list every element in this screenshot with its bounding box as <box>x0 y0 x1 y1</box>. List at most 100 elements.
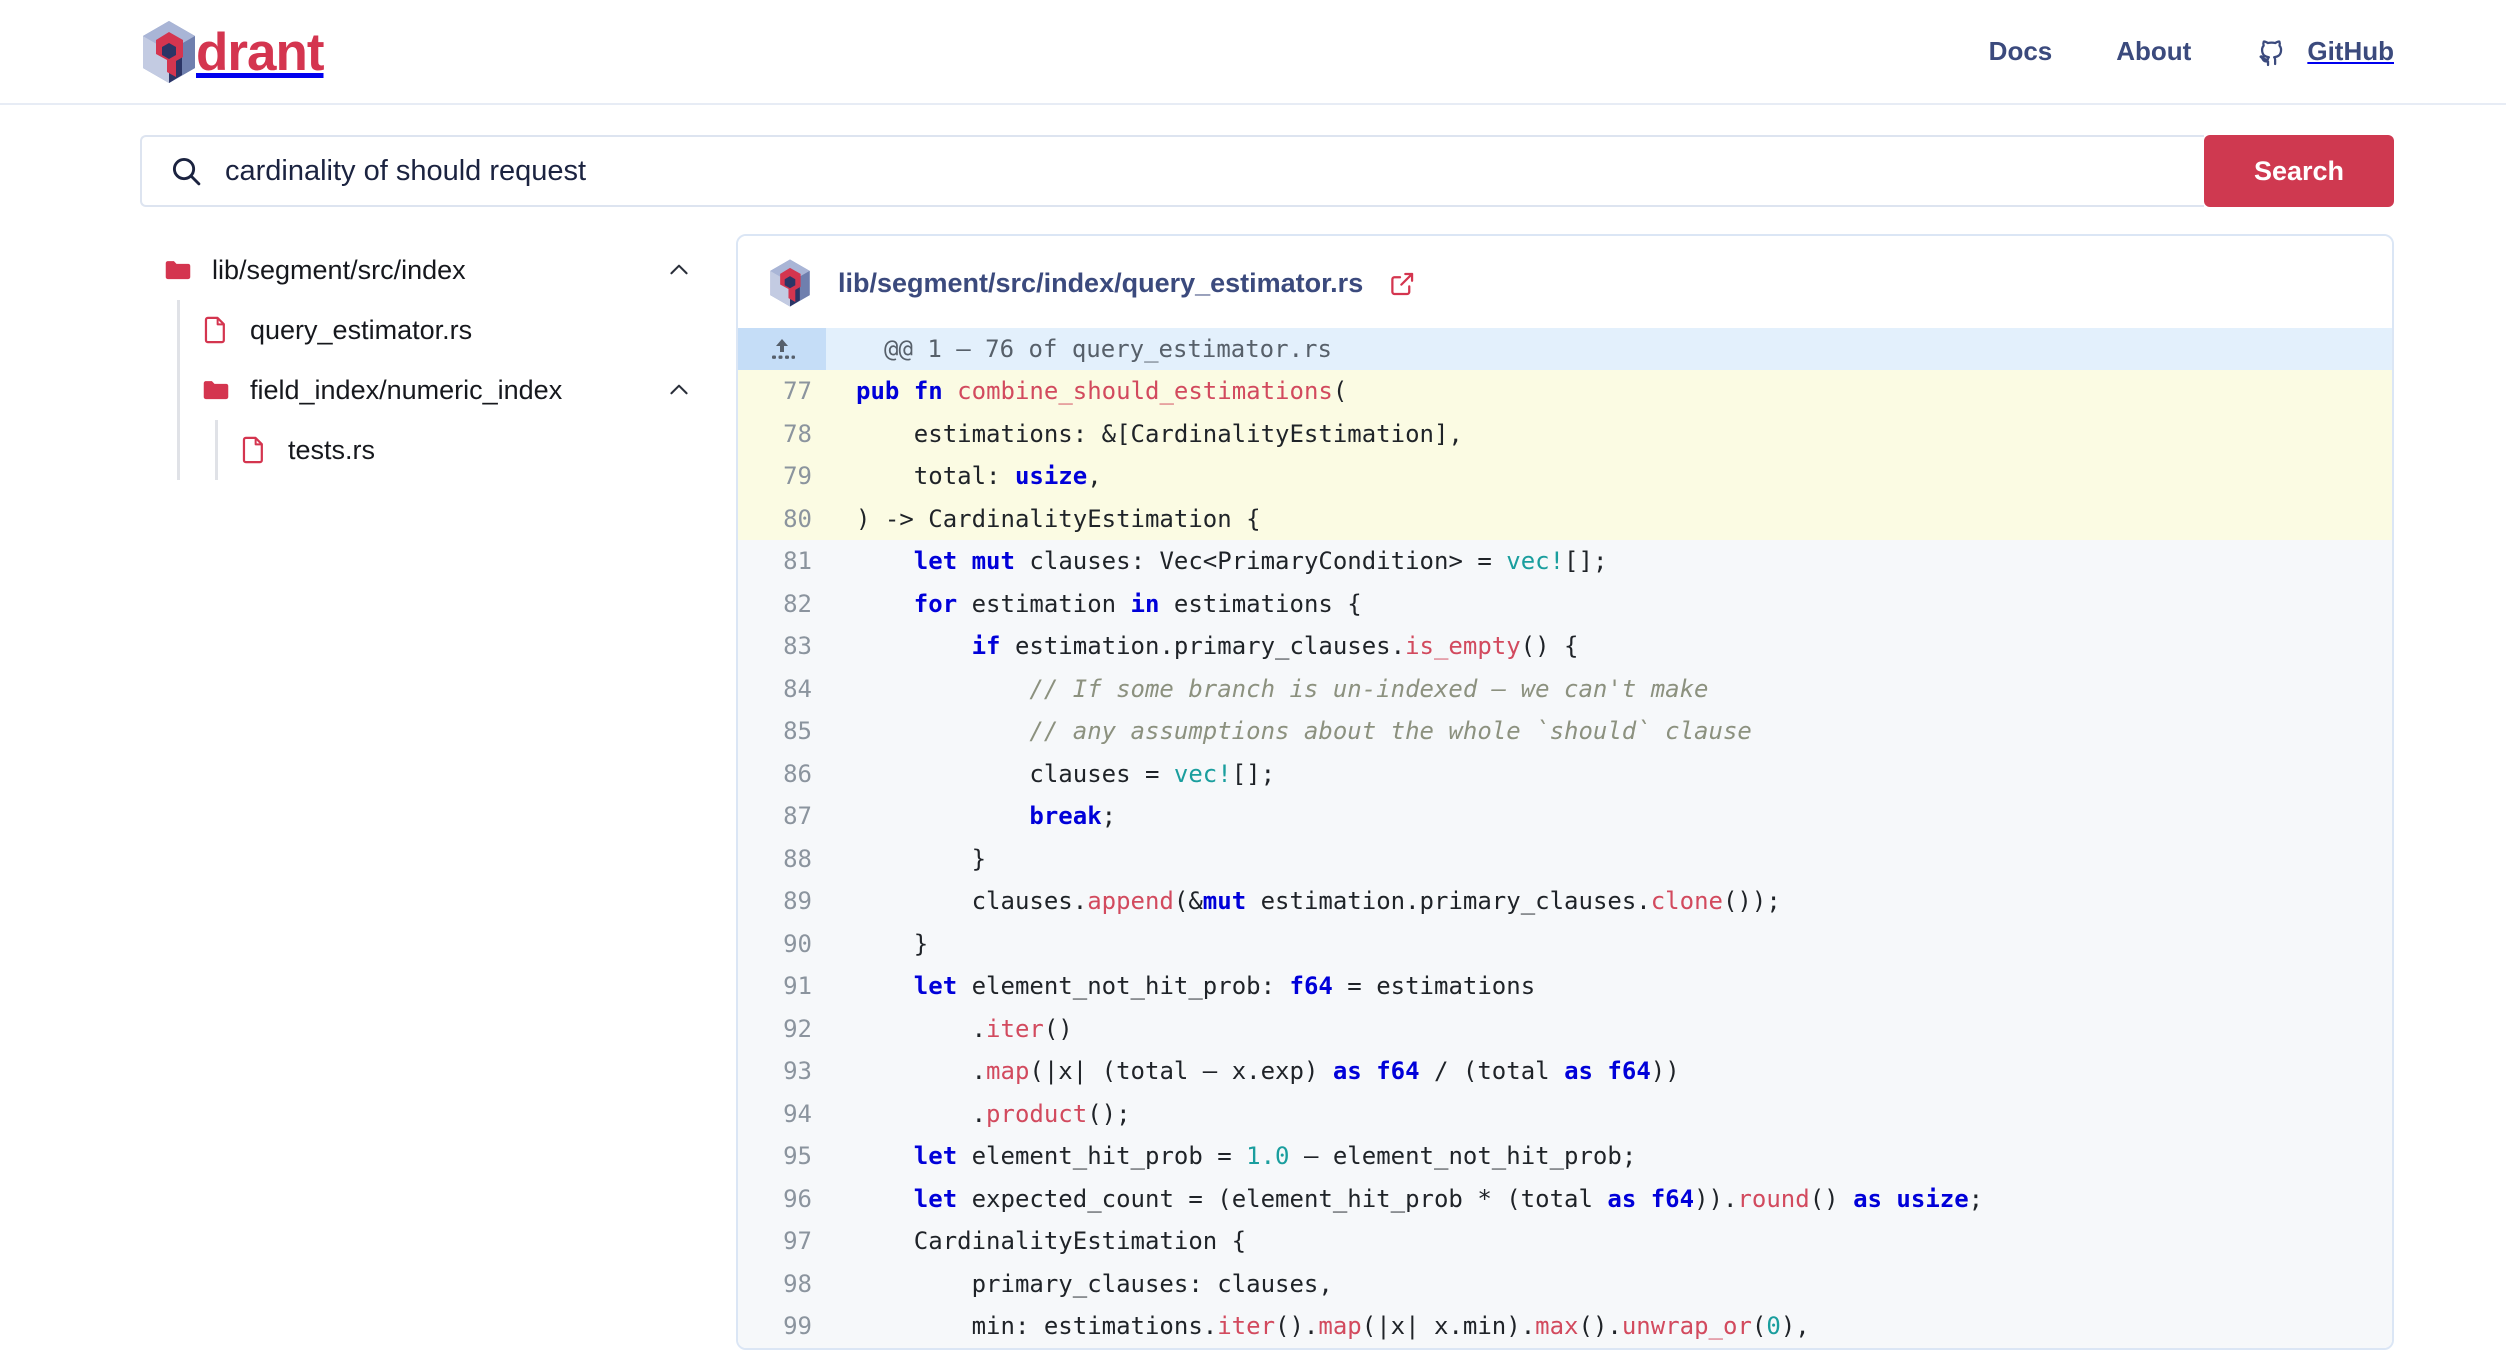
code-line: 78 estimations: &[CardinalityEstimation]… <box>738 412 2392 455</box>
search-button[interactable]: Search <box>2204 135 2394 207</box>
sidebar-item-label: query_estimator.rs <box>250 314 473 345</box>
code-text: let element_hit_prob = 1.0 – element_not… <box>913 1142 1637 1170</box>
line-number: 83 <box>783 632 812 660</box>
line-number: 94 <box>783 1099 812 1128</box>
github-icon <box>2259 39 2283 66</box>
line-number: 93 <box>783 1057 812 1085</box>
chevron-up-icon[interactable] <box>666 377 692 403</box>
qdrant-logo-icon <box>770 259 810 307</box>
code-line: 96 let expected_count = (element_hit_pro… <box>738 1178 2392 1221</box>
file-icon <box>204 316 225 344</box>
code-line: 89 clauses.append(&mut estimation.primar… <box>738 880 2392 923</box>
tree-node-field-index: field_index/numeric_index tests.rs <box>140 360 700 480</box>
line-number: 90 <box>783 929 812 958</box>
line-number: 98 <box>783 1269 812 1298</box>
code-line: 77 pub fn combine_should_estimations( <box>738 370 2392 413</box>
code-line: 84 // If some branch is un-indexed – we … <box>738 668 2392 711</box>
search-result-panel: lib/segment/src/index/query_estimator.rs… <box>736 234 2394 1350</box>
code-text: let expected_count = (element_hit_prob *… <box>913 1184 1984 1213</box>
external-link-icon[interactable] <box>1389 270 1416 297</box>
line-number: 80 <box>783 504 812 533</box>
line-number: 95 <box>783 1142 812 1170</box>
hunk-range-label: @@ 1 – 76 of query_estimator.rs <box>884 335 1332 363</box>
line-number: 87 <box>783 802 812 830</box>
line-number: 99 <box>783 1312 812 1340</box>
line-number: 96 <box>783 1184 812 1213</box>
code-text: clauses = vec![]; <box>856 759 1276 788</box>
code-line: 91 let element_not_hit_prob: f64 = estim… <box>738 965 2392 1008</box>
sidebar-item-query-estimator-rs[interactable]: query_estimator.rs <box>140 300 700 360</box>
search-input[interactable] <box>225 154 2176 188</box>
folder-icon <box>165 261 191 280</box>
search-icon <box>172 157 201 185</box>
result-header: lib/segment/src/index/query_estimator.rs <box>738 236 2392 328</box>
line-number: 79 <box>783 462 812 490</box>
code-text: for estimation in estimations { <box>913 589 1362 618</box>
code-line: 79 total: usize, <box>738 455 2392 498</box>
code-text: } <box>856 929 929 958</box>
result-file-path-link[interactable]: lib/segment/src/index/query_estimator.rs <box>838 268 1363 299</box>
file-icon <box>242 436 263 464</box>
sidebar-item-label: field_index/numeric_index <box>250 374 563 405</box>
content-area: lib/segment/src/index query_estimator.rs <box>0 207 2506 1350</box>
nav-link-github[interactable]: GitHub <box>2255 35 2394 69</box>
line-number: 92 <box>783 1014 812 1043</box>
sidebar-item-field-index-numeric-index[interactable]: field_index/numeric_index <box>140 360 700 420</box>
code-text: let element_not_hit_prob: f64 = estimati… <box>913 972 1536 1000</box>
code-line: 86 clauses = vec![]; <box>738 753 2392 796</box>
code-text: min: estimations.iter().map(|x| x.min).m… <box>856 1312 1810 1340</box>
main-nav: Docs About GitHub <box>1989 35 2394 69</box>
code-text: // If some branch is un-indexed – we can… <box>1029 674 1709 703</box>
code-viewer[interactable]: 77 pub fn combine_should_estimations(78 e… <box>738 370 2392 1348</box>
line-number: 84 <box>783 674 812 703</box>
line-number: 97 <box>783 1227 812 1255</box>
hunk-expander-gutter[interactable] <box>738 328 826 370</box>
code-text: if estimation.primary_clauses.is_empty()… <box>971 632 1579 660</box>
folder-icon <box>203 381 229 400</box>
hunk-expander[interactable]: @@ 1 – 76 of query_estimator.rs <box>738 328 2392 370</box>
code-text: break; <box>1029 802 1117 830</box>
code-line: 80 ) -> CardinalityEstimation { <box>738 497 2392 540</box>
code-text: total: usize, <box>856 462 1102 490</box>
line-number: 91 <box>783 972 812 1000</box>
code-text: let mut clauses: Vec<PrimaryCondition> =… <box>913 547 1608 575</box>
code-line: 82 for estimation in estimations { <box>738 583 2392 626</box>
sidebar-item-lib-segment-src-index[interactable]: lib/segment/src/index <box>140 240 700 300</box>
code-line: 83 if estimation.primary_clauses.is_empt… <box>738 625 2392 668</box>
code-text: .iter() <box>856 1014 1073 1043</box>
code-line: 95 let element_hit_prob = 1.0 – element_… <box>738 1135 2392 1178</box>
code-text: // any assumptions about the whole `shou… <box>1029 717 1752 745</box>
line-number: 86 <box>783 759 812 788</box>
line-number: 85 <box>783 717 812 745</box>
code-line: 87 break; <box>738 795 2392 838</box>
code-line: 93 .map(|x| (total – x.exp) as f64 / (to… <box>738 1050 2392 1093</box>
code-text: } <box>856 844 987 873</box>
chevron-up-icon[interactable] <box>666 257 692 283</box>
code-line: 94 .product(); <box>738 1093 2392 1136</box>
code-line: 85 // any assumptions about the whole `s… <box>738 710 2392 753</box>
line-number: 82 <box>783 589 812 618</box>
tree-indent-guide <box>215 420 218 480</box>
code-text: ) -> CardinalityEstimation { <box>856 504 1261 533</box>
expand-up-icon <box>772 339 795 359</box>
line-number: 78 <box>783 419 812 448</box>
code-line: 98 primary_clauses: clauses, <box>738 1263 2392 1306</box>
tree-node-root: lib/segment/src/index query_estimator.rs <box>140 240 700 480</box>
code-text: .map(|x| (total – x.exp) as f64 / (total… <box>856 1057 1680 1085</box>
brand-logo-link[interactable]: drant <box>140 19 336 85</box>
sidebar-item-label: tests.rs <box>288 434 376 465</box>
sidebar-item-tests-rs[interactable]: tests.rs <box>140 420 700 480</box>
code-line: 99 min: estimations.iter().map(|x| x.min… <box>738 1305 2392 1348</box>
code-text: estimations: &[CardinalityEstimation], <box>856 419 1463 448</box>
nav-link-about[interactable]: About <box>2116 36 2191 67</box>
brand-wordmark: drant <box>196 23 324 82</box>
search-field-wrapper[interactable] <box>140 135 2204 207</box>
nav-link-docs[interactable]: Docs <box>1989 36 2053 67</box>
qdrant-logo-icon <box>143 20 195 83</box>
code-line: 97 CardinalityEstimation { <box>738 1220 2392 1263</box>
code-text: CardinalityEstimation { <box>856 1227 1247 1255</box>
line-number: 89 <box>783 887 812 915</box>
code-text: primary_clauses: clauses, <box>856 1269 1333 1298</box>
line-number: 77 <box>783 377 812 405</box>
code-text: clauses.append(&mut estimation.primary_c… <box>856 887 1781 915</box>
